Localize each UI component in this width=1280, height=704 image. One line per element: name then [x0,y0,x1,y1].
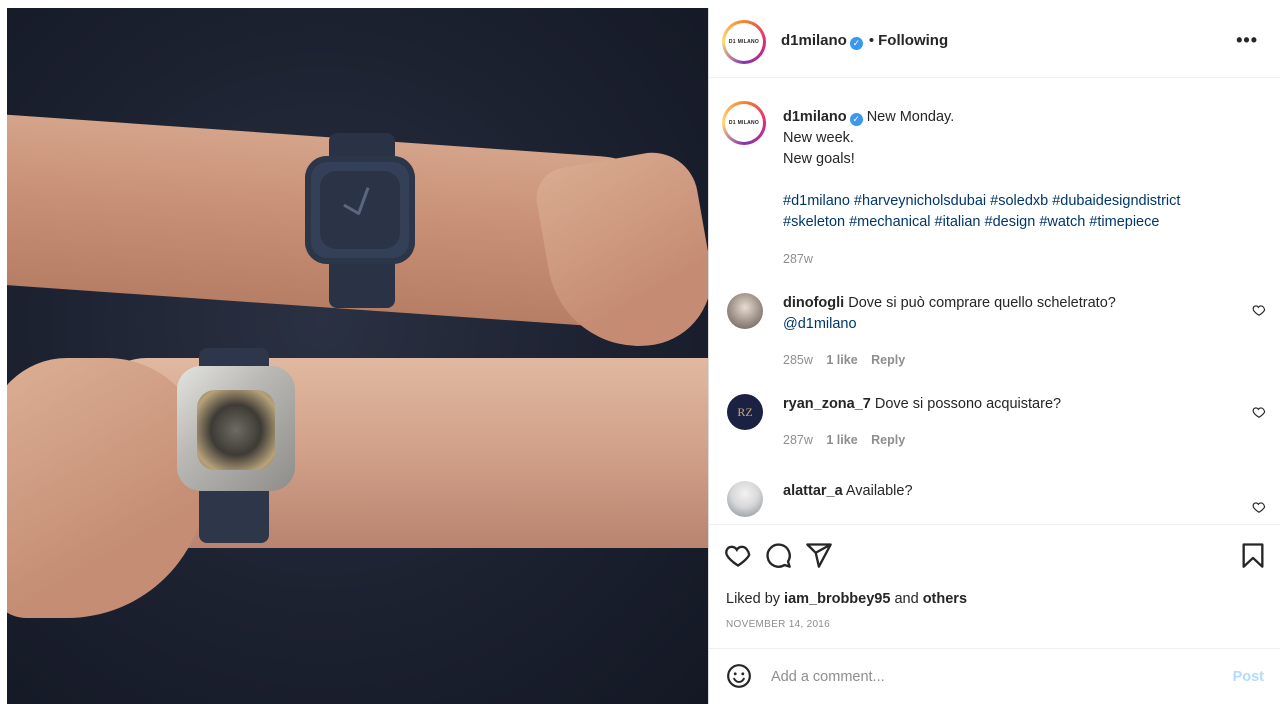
post-caption: d1milano ✓ New Monday. New week. New goal… [783,107,1253,270]
comment-body: dinofogli Dove si può comprare quello sc… [783,293,1233,371]
caption-line: New goals! [783,151,855,167]
heart-icon[interactable] [724,541,752,569]
post-button[interactable]: Post [1233,669,1264,685]
comment-body: alattar_a Available? [783,481,1233,502]
caption-age[interactable]: 287w [783,249,1253,270]
caption-username[interactable]: d1milano [783,109,847,125]
photo-hand-top [531,145,708,361]
author-avatar[interactable]: D1 MILANO [722,20,766,64]
caption-avatar-logo: D1 MILANO [725,104,763,142]
emoji-icon[interactable] [726,663,752,689]
photo-watch-skeleton-dial [197,390,275,470]
caption-hashtags: #d1milano #harveynicholsdubai #soledxb #… [783,191,1253,233]
comment-icon[interactable] [764,541,792,569]
comment-body: ryan_zona_7 Dove si possono acquistare? … [783,394,1233,451]
comment-username[interactable]: alattar_a [783,483,843,499]
verified-badge-icon: ✓ [849,37,863,50]
comment-meta: 285w 1 like Reply [783,350,1233,371]
comments-list[interactable]: D1 MILANO d1milano ✓ New Monday. New week… [709,79,1280,524]
hashtag-line[interactable]: #d1milano #harveynicholsdubai #soledxb #… [783,191,1253,212]
post-date[interactable]: NOVEMBER 14, 2016 [726,619,830,630]
commenter-avatar[interactable] [727,293,763,329]
commenter-avatar-text: RZ [737,404,753,419]
comment-likes[interactable]: 1 like [826,433,857,447]
liked-by-others[interactable]: others [923,591,967,607]
comment-text: Dove si possono acquistare? [874,396,1062,412]
action-bar: Liked by iam_brobbey95 and others NOVEMB… [709,524,1280,648]
comment-likes[interactable]: 1 like [826,353,857,367]
author-avatar-logo: D1 MILANO [725,23,763,61]
more-icon[interactable]: ••• [1236,30,1258,51]
post-header: D1 MILANO d1milano ✓ • Following ••• [709,8,1280,78]
comment-age[interactable]: 287w [783,433,813,447]
post-modal: D1 MILANO d1milano ✓ • Following ••• D1 MIL… [0,0,1280,704]
heart-icon[interactable] [1252,405,1266,419]
commenter-avatar[interactable] [727,481,763,517]
comment-text: Dove si può comprare quello scheletrato? [848,295,1116,311]
verified-badge-icon: ✓ [849,113,863,126]
liked-by: Liked by iam_brobbey95 and others [726,591,967,607]
comment-username[interactable]: dinofogli [783,295,844,311]
comment-username[interactable]: ryan_zona_7 [783,396,871,412]
reply-button[interactable]: Reply [871,433,905,447]
commenter-avatar[interactable]: RZ [727,394,763,430]
caption-line: New week. [783,130,854,146]
comment-age[interactable]: 285w [783,353,813,367]
reply-button[interactable]: Reply [871,353,905,367]
post-sidebar: D1 MILANO d1milano ✓ • Following ••• D1 MIL… [709,8,1280,704]
liked-by-user[interactable]: iam_brobbey95 [784,591,890,607]
post-photo[interactable] [7,8,708,704]
following-button[interactable]: Following [878,32,948,49]
liked-by-prefix: Liked by [726,591,781,607]
author-username[interactable]: d1milano [781,32,847,49]
heart-icon[interactable] [1252,303,1266,317]
heart-icon[interactable] [1252,500,1266,514]
hashtag-line[interactable]: #skeleton #mechanical #italian #design #… [783,212,1253,233]
comment-composer: Post [709,648,1280,704]
comment-mention[interactable]: @d1milano [783,314,1233,335]
separator-dot: • [868,32,875,49]
comment-meta: 287w 1 like Reply [783,430,1233,451]
liked-by-and: and [894,591,919,607]
caption-avatar[interactable]: D1 MILANO [722,101,766,145]
share-icon[interactable] [805,541,833,569]
comment-input[interactable] [771,665,1211,689]
bookmark-icon[interactable] [1239,541,1267,569]
caption-line: New Monday. [866,109,955,125]
header-author: d1milano ✓ • Following [781,32,948,50]
comment-text: Available? [845,483,913,499]
